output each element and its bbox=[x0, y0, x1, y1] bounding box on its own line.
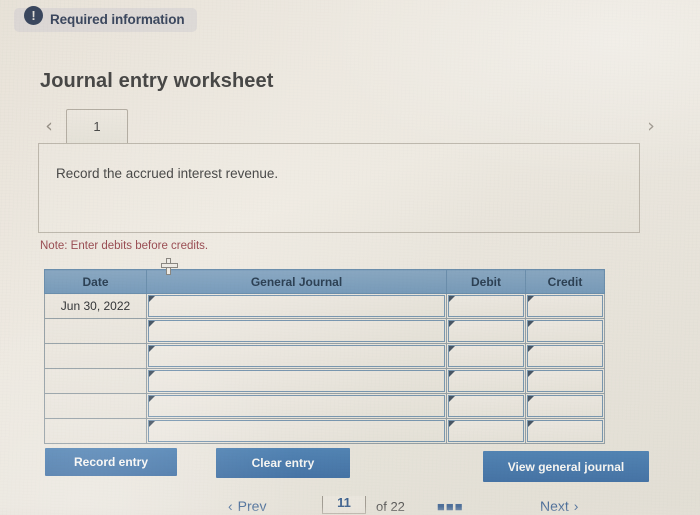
record-entry-button[interactable]: Record entry bbox=[45, 448, 177, 476]
column-header-credit: Credit bbox=[525, 269, 605, 294]
cell-date[interactable] bbox=[44, 368, 147, 394]
debits-before-credits-note: Note: Enter debits before credits. bbox=[40, 240, 209, 252]
cell-debit[interactable] bbox=[446, 393, 526, 419]
cell-general-journal[interactable] bbox=[146, 293, 447, 319]
cell-credit[interactable] bbox=[525, 343, 605, 369]
instruction-panel: Record the accrued interest revenue. bbox=[38, 143, 640, 233]
cell-debit[interactable] bbox=[446, 418, 526, 444]
table-row bbox=[44, 418, 605, 444]
required-information-badge: ! Required information bbox=[14, 6, 197, 32]
cell-credit[interactable] bbox=[525, 318, 605, 344]
cell-debit[interactable] bbox=[446, 318, 526, 344]
debit-input[interactable] bbox=[448, 295, 524, 317]
column-header-date: Date bbox=[44, 269, 147, 294]
general-journal-input[interactable] bbox=[148, 370, 445, 392]
column-header-general-journal: General Journal bbox=[146, 269, 447, 294]
page-title: Journal entry worksheet bbox=[40, 70, 274, 92]
general-journal-input[interactable] bbox=[148, 345, 445, 367]
cell-debit[interactable] bbox=[446, 368, 526, 394]
instruction-text: Record the accrued interest revenue. bbox=[56, 166, 279, 181]
general-journal-input[interactable] bbox=[148, 395, 445, 417]
cell-date[interactable] bbox=[44, 318, 147, 344]
chevron-right-icon[interactable]: › bbox=[640, 112, 662, 140]
table-row bbox=[44, 393, 605, 419]
table-row bbox=[44, 318, 605, 344]
debit-input[interactable] bbox=[448, 370, 524, 392]
debit-input[interactable] bbox=[448, 345, 524, 367]
cell-debit[interactable] bbox=[446, 343, 526, 369]
bottom-fade-overlay bbox=[0, 496, 700, 515]
credit-input[interactable] bbox=[527, 370, 603, 392]
cell-general-journal[interactable] bbox=[146, 343, 447, 369]
credit-input[interactable] bbox=[527, 345, 603, 367]
cell-date[interactable] bbox=[44, 418, 147, 444]
general-journal-input[interactable] bbox=[148, 420, 445, 442]
table-row: Jun 30, 2022 bbox=[44, 293, 605, 319]
worksheet-tab-label: 1 bbox=[93, 119, 101, 134]
worksheet-tabstrip: ‹ 1 › bbox=[38, 107, 655, 145]
cell-credit[interactable] bbox=[525, 418, 605, 444]
worksheet-tab-1[interactable]: 1 bbox=[66, 109, 128, 143]
required-information-label: Required information bbox=[50, 12, 185, 27]
column-header-debit: Debit bbox=[446, 269, 526, 294]
debit-input[interactable] bbox=[448, 320, 524, 342]
cell-date[interactable] bbox=[44, 393, 147, 419]
crosshair-cursor-icon bbox=[161, 258, 178, 275]
chevron-left-icon[interactable]: ‹ bbox=[38, 112, 60, 140]
clear-entry-button[interactable]: Clear entry bbox=[216, 448, 350, 478]
cell-debit[interactable] bbox=[446, 293, 526, 319]
bottom-navigation: ‹ Prev 11 of 22 ■■■ Next › bbox=[0, 496, 700, 515]
table-header-row: Date General Journal Debit Credit bbox=[44, 269, 605, 294]
credit-input[interactable] bbox=[527, 395, 603, 417]
cell-credit[interactable] bbox=[525, 293, 605, 319]
general-journal-input[interactable] bbox=[148, 320, 445, 342]
cell-date: Jun 30, 2022 bbox=[44, 293, 147, 319]
debit-input[interactable] bbox=[448, 420, 524, 442]
credit-input[interactable] bbox=[527, 420, 603, 442]
credit-input[interactable] bbox=[527, 295, 603, 317]
credit-input[interactable] bbox=[527, 320, 603, 342]
journal-entry-table: Date General Journal Debit Credit Jun 30… bbox=[44, 269, 605, 444]
view-general-journal-button[interactable]: View general journal bbox=[483, 451, 649, 482]
cell-credit[interactable] bbox=[525, 393, 605, 419]
table-row bbox=[44, 343, 605, 369]
cell-general-journal[interactable] bbox=[146, 393, 447, 419]
debit-input[interactable] bbox=[448, 395, 524, 417]
exclamation-icon: ! bbox=[24, 6, 43, 25]
cell-credit[interactable] bbox=[525, 368, 605, 394]
cell-date[interactable] bbox=[44, 343, 147, 369]
cell-general-journal[interactable] bbox=[146, 418, 447, 444]
general-journal-input[interactable] bbox=[148, 295, 445, 317]
cell-general-journal[interactable] bbox=[146, 318, 447, 344]
table-row bbox=[44, 368, 605, 394]
cell-general-journal[interactable] bbox=[146, 368, 447, 394]
